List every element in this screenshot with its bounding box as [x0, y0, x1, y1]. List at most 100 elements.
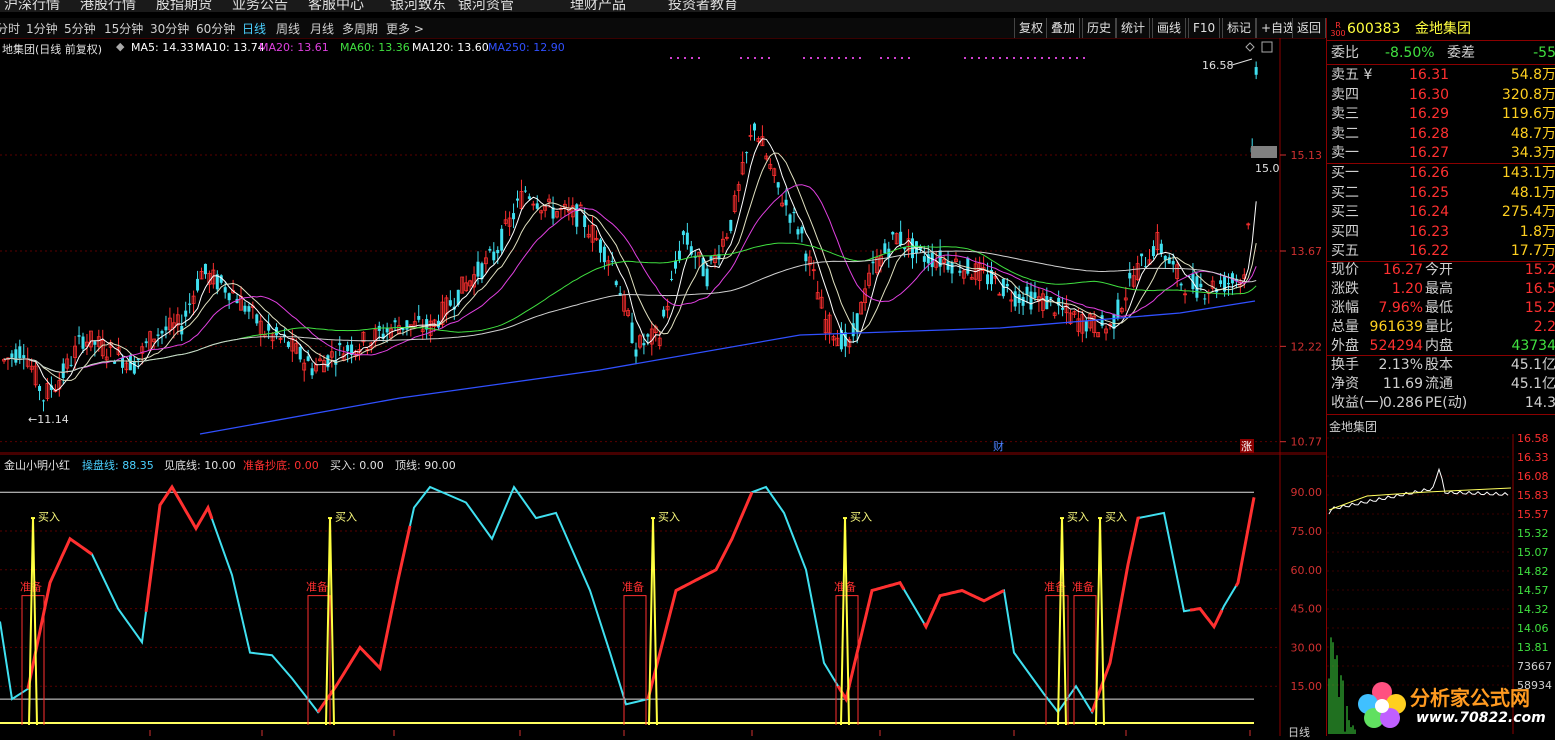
weibi-label: 委比: [1331, 44, 1359, 63]
period-tab[interactable]: 60分钟: [196, 20, 235, 37]
buy-spike: [649, 518, 657, 725]
tool-button[interactable]: 叠加: [1046, 18, 1080, 38]
candle: [1097, 332, 1100, 337]
period-tab[interactable]: 1分钟: [26, 20, 58, 37]
indicator-axis-label: 90.00: [1291, 486, 1323, 499]
tool-button[interactable]: 返回: [1292, 18, 1326, 38]
fund-value: 45.1亿: [1511, 356, 1555, 375]
tool-button[interactable]: 复权: [1014, 18, 1048, 38]
candle: [279, 337, 282, 343]
quote-label: 量比: [1425, 318, 1453, 337]
candle: [868, 264, 871, 288]
candle: [670, 271, 673, 282]
ask-row: 卖三 16.29 119.6万: [1327, 105, 1555, 124]
panel-divider: [1327, 40, 1555, 41]
top-menu-item[interactable]: 银河资管: [458, 0, 514, 12]
period-tab[interactable]: 多周期: [342, 20, 378, 37]
operation-line-red: [146, 487, 212, 612]
candle: [204, 264, 207, 279]
period-tab[interactable]: 月线: [310, 20, 334, 37]
candle: [188, 293, 191, 313]
candle: [540, 210, 543, 220]
candle: [1073, 310, 1076, 318]
bid-volume: 275.4万: [1502, 203, 1555, 222]
diamond-icon[interactable]: [1246, 43, 1254, 51]
bid-price: 16.22: [1409, 242, 1449, 261]
candle: [911, 233, 914, 269]
kline-chart[interactable]: 15.13 13.67 12.22 10.77 16.58 ←11.14 15.0 财 涨: [0, 38, 1326, 454]
price-axis-label: 12.22: [1291, 340, 1323, 353]
fund-label: 换手: [1331, 356, 1359, 375]
candle: [962, 269, 965, 284]
mini-axis-label: 16.33: [1517, 451, 1549, 464]
tool-button[interactable]: F10: [1188, 18, 1220, 38]
period-tab[interactable]: 15分钟: [104, 20, 143, 37]
candle: [247, 303, 250, 319]
period-tab[interactable]: 分时: [0, 20, 20, 37]
top-menu-item[interactable]: 投资者教育: [668, 0, 738, 12]
candle: [836, 330, 839, 346]
ask-price: 16.27: [1409, 144, 1449, 163]
signal-dot: [684, 57, 686, 59]
mini-chart-title: 金地集团: [1329, 418, 1377, 435]
candle: [303, 359, 306, 382]
ask-volume: 54.8万: [1511, 66, 1555, 85]
quote-row: 总量 961639 量比 2.2: [1327, 318, 1555, 337]
fund-row: 净资 11.69 流通 45.1亿: [1327, 375, 1555, 394]
period-tab[interactable]: 更多 >: [386, 20, 424, 37]
quote-row: 涨跌 1.20 最高 16.5: [1327, 280, 1555, 299]
bid-row: 买二 16.25 48.1万: [1327, 184, 1555, 203]
maximize-icon[interactable]: [1262, 42, 1272, 52]
weicha-label: 委差: [1447, 44, 1475, 63]
candle: [34, 361, 37, 388]
tool-button[interactable]: 统计: [1116, 18, 1150, 38]
quote-label: 现价: [1331, 261, 1359, 280]
candle: [844, 324, 847, 357]
ask-price: 16.28: [1409, 125, 1449, 144]
settings-icon[interactable]: ◆: [116, 40, 124, 53]
signal-dot: [838, 57, 840, 59]
period-tab[interactable]: 30分钟: [150, 20, 189, 37]
top-menu-item[interactable]: 客服中心: [308, 0, 364, 12]
mini-axis-label: 16.08: [1517, 470, 1549, 483]
candle: [887, 242, 890, 268]
top-menu-item[interactable]: 港股行情: [80, 0, 136, 12]
quote-value: 16.27: [1383, 261, 1423, 280]
candle: [828, 312, 831, 343]
candle: [567, 197, 570, 220]
candle: [895, 232, 898, 244]
rise-marker[interactable]: 涨: [1241, 440, 1252, 453]
quote-label: 最高: [1425, 280, 1453, 299]
high-price-label: 16.58: [1202, 59, 1234, 72]
candle: [998, 292, 1001, 296]
candle: [315, 358, 318, 374]
period-tab[interactable]: 5分钟: [64, 20, 96, 37]
candle: [872, 251, 875, 275]
tool-button[interactable]: 历史: [1082, 18, 1116, 38]
ask-row: 卖一 16.27 34.3万: [1327, 144, 1555, 163]
bid-price: 16.25: [1409, 184, 1449, 203]
candle: [334, 351, 337, 377]
finance-marker[interactable]: 财: [993, 439, 1004, 453]
top-menu-item[interactable]: 业务公告: [232, 0, 288, 12]
top-menu-item[interactable]: 银河致东: [390, 0, 446, 12]
signal-dot: [971, 57, 973, 59]
bottom-period-label[interactable]: 日线: [1288, 724, 1310, 740]
tool-button[interactable]: 标记: [1222, 18, 1256, 38]
candle: [125, 360, 128, 373]
candle: [42, 399, 45, 411]
ask-price: 16.29: [1409, 105, 1449, 124]
period-tab[interactable]: 日线: [242, 20, 266, 37]
indicator-axis-label: 60.00: [1291, 564, 1323, 577]
weibi-row: 委比 -8.50% 委差 -55: [1327, 44, 1555, 63]
candle: [883, 239, 886, 254]
top-menu-item[interactable]: 股指期货: [156, 0, 212, 12]
candle: [706, 263, 709, 290]
candle: [951, 261, 954, 284]
top-menu-item[interactable]: 理财产品: [570, 0, 626, 12]
period-tab[interactable]: 周线: [276, 20, 300, 37]
signal-dot: [677, 57, 679, 59]
tool-button[interactable]: 画线: [1152, 18, 1186, 38]
top-menu-item[interactable]: 沪深行情: [4, 0, 60, 12]
indicator-chart[interactable]: 90.00 75.00 60.00 45.00 30.00 15.00 准备 准备 准备 准备 准备…: [0, 454, 1326, 736]
